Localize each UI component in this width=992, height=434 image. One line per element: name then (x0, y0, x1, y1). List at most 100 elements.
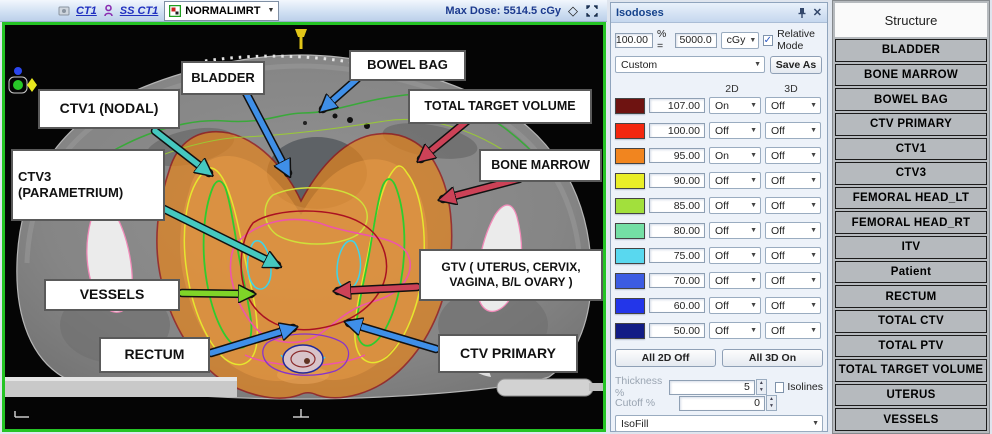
structure-row[interactable]: BLADDER (835, 39, 987, 62)
isodose-3d-select[interactable]: Off ▼ (765, 197, 821, 214)
isodose-3d-select[interactable]: Off ▼ (765, 297, 821, 314)
bulk-toggle-row: All 2D Off All 3D On (615, 349, 823, 367)
all-2d-off-button[interactable]: All 2D Off (615, 349, 716, 367)
annotation-ctv3-parametrium: CTV3 (PARAMETRIUM) (11, 149, 165, 221)
isodose-color-swatch[interactable] (615, 248, 645, 264)
chevron-down-icon: ▼ (750, 202, 757, 209)
thickness-spinner[interactable]: ▲▼ (756, 379, 767, 395)
isodose-color-swatch[interactable] (615, 123, 645, 139)
tab-ct1[interactable]: CT1 (76, 5, 97, 17)
isodose-level-input[interactable]: 85.00 (649, 198, 705, 213)
tab-ss-ct1[interactable]: SS CT1 (120, 5, 159, 17)
isodose-3d-select[interactable]: Off ▼ (765, 222, 821, 239)
structure-row[interactable]: BOWEL BAG (835, 88, 987, 111)
isodose-row: 80.00 Off ▼ Off ▼ (615, 222, 823, 239)
structure-row[interactable]: ITV (835, 236, 987, 259)
isodose-level-input[interactable]: 100.00 (649, 123, 705, 138)
chevron-down-icon: ▼ (810, 252, 817, 259)
isodose-row: 90.00 Off ▼ Off ▼ (615, 172, 823, 189)
isodose-color-swatch[interactable] (615, 198, 645, 214)
isodose-2d-select[interactable]: Off ▼ (709, 272, 761, 289)
fill-mode-select[interactable]: IsoFill ▼ (615, 415, 823, 432)
isodose-color-swatch[interactable] (615, 98, 645, 114)
structure-row[interactable]: VESSELS (835, 408, 987, 431)
preset-select[interactable]: Custom ▼ (615, 56, 765, 73)
cutoff-input[interactable]: 0 (679, 396, 765, 411)
thickness-input[interactable]: 5 (669, 380, 755, 395)
isodose-2d-select[interactable]: On ▼ (709, 147, 761, 164)
isodose-color-swatch[interactable] (615, 273, 645, 289)
column-header-3d: 3D (763, 83, 819, 95)
structure-row[interactable]: RECTUM (835, 285, 987, 308)
isodose-level-input[interactable]: 60.00 (649, 298, 705, 313)
structure-row[interactable]: FEMORAL HEAD_LT (835, 187, 987, 210)
isolines-checkbox[interactable] (775, 382, 785, 393)
isodose-level-input[interactable]: 75.00 (649, 248, 705, 263)
isodose-level-input[interactable]: 95.00 (649, 148, 705, 163)
relative-mode-checkbox[interactable]: ✓ (763, 35, 773, 46)
cutoff-spinner[interactable]: ▲▼ (766, 395, 777, 411)
isodose-2d-select[interactable]: Off ▼ (709, 322, 761, 339)
isodose-2d-select[interactable]: Off ▼ (709, 297, 761, 314)
all-3d-on-button[interactable]: All 3D On (722, 349, 823, 367)
isodose-level-input[interactable]: 90.00 (649, 173, 705, 188)
isodose-level-input[interactable]: 107.00 (649, 98, 705, 113)
isodose-3d-select[interactable]: Off ▼ (765, 97, 821, 114)
structure-row[interactable]: TOTAL PTV (835, 335, 987, 358)
dose-input[interactable]: 5000.0 (675, 33, 717, 48)
isodose-color-swatch[interactable] (615, 173, 645, 189)
structure-row[interactable]: TOTAL TARGET VOLUME (835, 359, 987, 382)
structure-list: BLADDER BONE MARROW BOWEL BAG CTV PRIMAR… (835, 39, 987, 431)
pin-icon[interactable] (797, 7, 807, 18)
structure-row[interactable]: FEMORAL HEAD_RT (835, 211, 987, 234)
annotation-ctv1-nodal: CTV1 (NODAL) (38, 89, 180, 129)
isodose-color-swatch[interactable] (615, 223, 645, 239)
isodose-row: 107.00 On ▼ Off ▼ (615, 97, 823, 114)
structure-row[interactable]: CTV1 (835, 138, 987, 161)
cutoff-row: Cutoff % 0 ▲▼ (615, 395, 823, 411)
diamond-icon[interactable]: ◇ (568, 4, 578, 17)
plan-name: NORMALIMRT (185, 5, 260, 17)
isodose-3d-select[interactable]: Off ▼ (765, 272, 821, 289)
isodose-3d-select[interactable]: Off ▼ (765, 147, 821, 164)
isodose-3d-select[interactable]: Off ▼ (765, 322, 821, 339)
isodose-2d-select[interactable]: Off ▼ (709, 172, 761, 189)
isodose-color-swatch[interactable] (615, 323, 645, 339)
isodose-level-input[interactable]: 70.00 (649, 273, 705, 288)
preset-row: Custom ▼ Save As (615, 56, 822, 74)
structure-row[interactable]: UTERUS (835, 384, 987, 407)
isodoses-title-bar[interactable]: Isodoses ✕ (611, 3, 827, 23)
isodose-3d-select[interactable]: Off ▼ (765, 247, 821, 264)
isodose-level-input[interactable]: 50.00 (649, 323, 705, 338)
structure-row[interactable]: Patient (835, 261, 987, 284)
dose-normalization-row: 100.00 % = 5000.0 cGy ▼ ✓ Relative Mode (615, 28, 827, 52)
percent-input[interactable]: 100.00 (615, 33, 653, 48)
isodose-row: 75.00 Off ▼ Off ▼ (615, 247, 823, 264)
chevron-down-icon: ▼ (750, 152, 757, 159)
isodose-color-swatch[interactable] (615, 298, 645, 314)
isodose-3d-select[interactable]: Off ▼ (765, 172, 821, 189)
structure-row[interactable]: CTV3 (835, 162, 987, 185)
save-as-button[interactable]: Save As (770, 56, 822, 74)
isodose-2d-select[interactable]: Off ▼ (709, 247, 761, 264)
structure-row[interactable]: TOTAL CTV (835, 310, 987, 333)
structure-row[interactable]: CTV PRIMARY (835, 113, 987, 136)
annotation-ctv-primary: CTV PRIMARY (438, 334, 578, 373)
fit-to-window-icon[interactable] (585, 4, 599, 18)
unit-select[interactable]: cGy ▼ (721, 32, 759, 49)
isodose-2d-select[interactable]: Off ▼ (709, 222, 761, 239)
isodose-color-swatch[interactable] (615, 148, 645, 164)
ct-axial-viewport[interactable]: BLADDER BOWEL BAG CTV1 (NODAL) CTV3 (PAR… (2, 22, 606, 432)
plan-selector[interactable]: NORMALIMRT ▼ (164, 1, 279, 21)
isodose-row-list: 107.00 On ▼ Off ▼ 100.00 Off ▼ (615, 97, 823, 347)
isodose-row: 50.00 Off ▼ Off ▼ (615, 322, 823, 339)
close-icon[interactable]: ✕ (813, 6, 822, 19)
cutoff-label: Cutoff % (615, 397, 679, 409)
isodose-2d-select[interactable]: On ▼ (709, 97, 761, 114)
isodose-level-input[interactable]: 80.00 (649, 223, 705, 238)
structure-set-icon (103, 4, 114, 17)
isodose-2d-select[interactable]: Off ▼ (709, 197, 761, 214)
structure-row[interactable]: BONE MARROW (835, 64, 987, 87)
isodose-3d-select[interactable]: Off ▼ (765, 122, 821, 139)
isodose-2d-select[interactable]: Off ▼ (709, 122, 761, 139)
